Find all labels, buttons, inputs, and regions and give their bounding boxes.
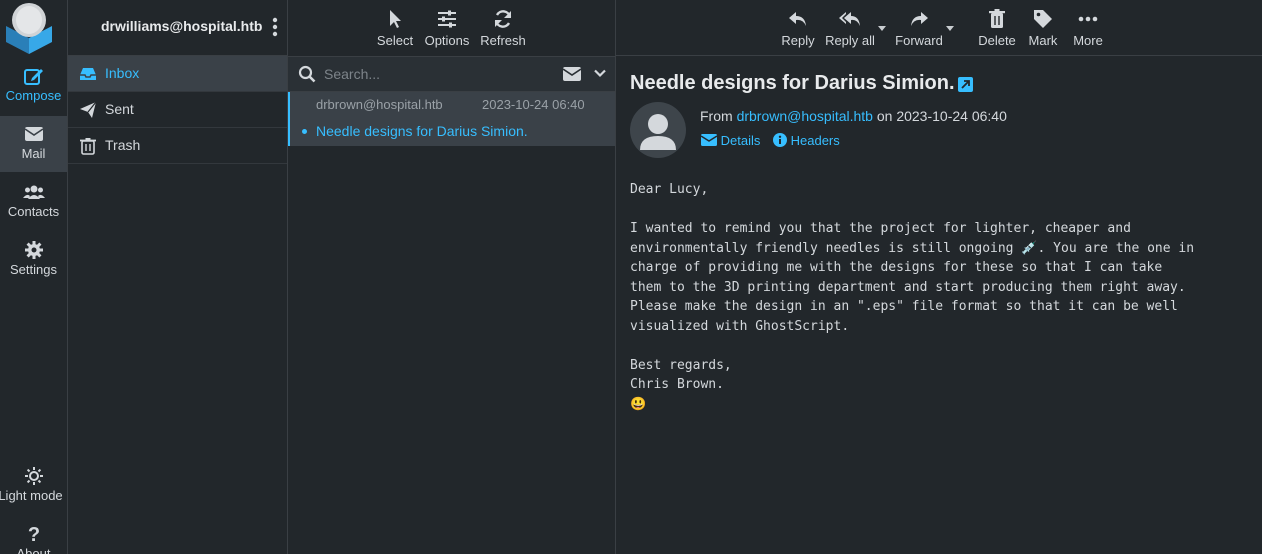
- headers-link[interactable]: Headers: [773, 133, 840, 148]
- about-label: About: [16, 546, 51, 554]
- email-date: 2023-10-24 06:40: [896, 108, 1007, 124]
- options-label: Options: [424, 33, 470, 48]
- reply-all-dropdown-icon[interactable]: [878, 26, 886, 31]
- message-list-item[interactable]: drbrown@hospital.htb 2023-10-24 06:40 Ne…: [288, 92, 615, 146]
- chevron-down-icon[interactable]: [594, 69, 606, 78]
- folder-trash[interactable]: Trash: [68, 128, 287, 164]
- gear-icon: [24, 241, 43, 259]
- compose-button[interactable]: Compose: [0, 58, 67, 114]
- reading-pane: Reply Reply all Forward Delete Mark More…: [616, 0, 1262, 554]
- message-date: 2023-10-24 06:40: [482, 97, 585, 112]
- light-mode-label: Light mode: [0, 488, 63, 503]
- folder-sent[interactable]: Sent: [68, 92, 287, 128]
- forward-button[interactable]: Forward: [894, 8, 944, 48]
- folder-inbox[interactable]: Inbox: [68, 56, 287, 92]
- message-sender: drbrown@hospital.htb: [316, 97, 443, 112]
- message-toolbar: Reply Reply all Forward Delete Mark More: [616, 0, 1262, 56]
- paper-plane-icon: [80, 101, 97, 118]
- unread-indicator: [302, 129, 307, 134]
- reply-icon: [789, 12, 806, 26]
- sender-avatar: [630, 102, 686, 158]
- inbox-icon: [80, 68, 96, 80]
- envelope-icon: [24, 127, 43, 141]
- select-button[interactable]: Select: [376, 8, 414, 48]
- email-body: Dear Lucy, I wanted to remind you that t…: [630, 182, 1195, 412]
- app-rail: Compose Mail Contacts Settings Light mod…: [0, 0, 68, 554]
- trash-icon: [80, 138, 96, 155]
- reply-all-label: Reply all: [825, 33, 875, 48]
- headers-label: Headers: [790, 133, 840, 148]
- folder-panel: drwilliams@hospital.htb Inbox Sent Trash: [68, 0, 288, 554]
- forward-dropdown-icon[interactable]: [946, 26, 954, 31]
- reply-button[interactable]: Reply: [778, 8, 818, 48]
- folder-label: Trash: [105, 137, 141, 153]
- svg-text:?: ?: [27, 524, 39, 544]
- folder-label: Inbox: [105, 65, 140, 81]
- options-button[interactable]: Options: [424, 8, 470, 48]
- details-link[interactable]: Details: [700, 133, 761, 148]
- on-prefix: on: [876, 108, 893, 124]
- kebab-menu-icon[interactable]: [271, 17, 279, 37]
- envelope-icon: [700, 134, 718, 146]
- refresh-label: Refresh: [480, 33, 526, 48]
- compose-label: Compose: [5, 88, 62, 103]
- account-header: drwilliams@hospital.htb: [68, 0, 287, 56]
- cursor-icon: [390, 10, 401, 28]
- reply-label: Reply: [781, 33, 815, 48]
- about-button[interactable]: ? About: [0, 516, 67, 554]
- delete-label: Delete: [978, 33, 1016, 48]
- mark-label: Mark: [1028, 33, 1058, 48]
- forward-label: Forward: [895, 33, 943, 48]
- message-list-panel: Select Options Refresh Search... drbrown…: [288, 0, 616, 554]
- user-icon: [640, 114, 676, 150]
- message-subject: Needle designs for Darius Simion.: [316, 123, 528, 139]
- delete-button[interactable]: Delete: [976, 8, 1018, 48]
- ellipsis-icon: [1078, 16, 1098, 22]
- reply-all-icon: [839, 12, 860, 26]
- question-icon: ?: [27, 524, 39, 544]
- mark-button[interactable]: Mark: [1026, 8, 1060, 48]
- email-subject: Needle designs for Darius Simion.: [630, 72, 955, 94]
- search-bar: [288, 56, 615, 92]
- settings-label: Settings: [10, 262, 57, 277]
- from-line: From drbrown@hospital.htb on 2023-10-24 …: [700, 108, 1007, 124]
- open-in-new-window-icon[interactable]: [958, 77, 973, 92]
- contacts-button[interactable]: Contacts: [0, 174, 67, 230]
- users-icon: [22, 185, 45, 199]
- trash-icon: [989, 9, 1005, 28]
- light-mode-button[interactable]: Light mode: [0, 458, 67, 514]
- settings-button[interactable]: Settings: [0, 232, 67, 288]
- tag-icon: [1034, 10, 1052, 28]
- mail-button[interactable]: Mail: [0, 116, 67, 172]
- roundcube-logo[interactable]: [4, 2, 54, 54]
- refresh-button[interactable]: Refresh: [480, 8, 526, 48]
- account-name: drwilliams@hospital.htb: [101, 18, 263, 34]
- envelope-filter-icon[interactable]: [563, 67, 581, 81]
- folder-label: Sent: [105, 101, 134, 117]
- sliders-icon: [438, 10, 456, 28]
- info-icon: [773, 133, 787, 147]
- details-label: Details: [720, 133, 761, 148]
- contacts-label: Contacts: [7, 204, 60, 219]
- forward-icon: [911, 12, 928, 26]
- more-button[interactable]: More: [1068, 8, 1108, 48]
- reply-all-button[interactable]: Reply all: [824, 8, 876, 48]
- search-icon: [298, 65, 316, 83]
- refresh-icon: [494, 10, 512, 28]
- more-label: More: [1073, 33, 1103, 48]
- sun-icon: [24, 467, 43, 485]
- from-prefix: From: [700, 108, 733, 124]
- select-label: Select: [376, 33, 414, 48]
- search-input[interactable]: [322, 63, 526, 85]
- mail-label: Mail: [21, 146, 46, 161]
- compose-icon: [23, 69, 43, 85]
- sender-email-link[interactable]: drbrown@hospital.htb: [737, 108, 873, 124]
